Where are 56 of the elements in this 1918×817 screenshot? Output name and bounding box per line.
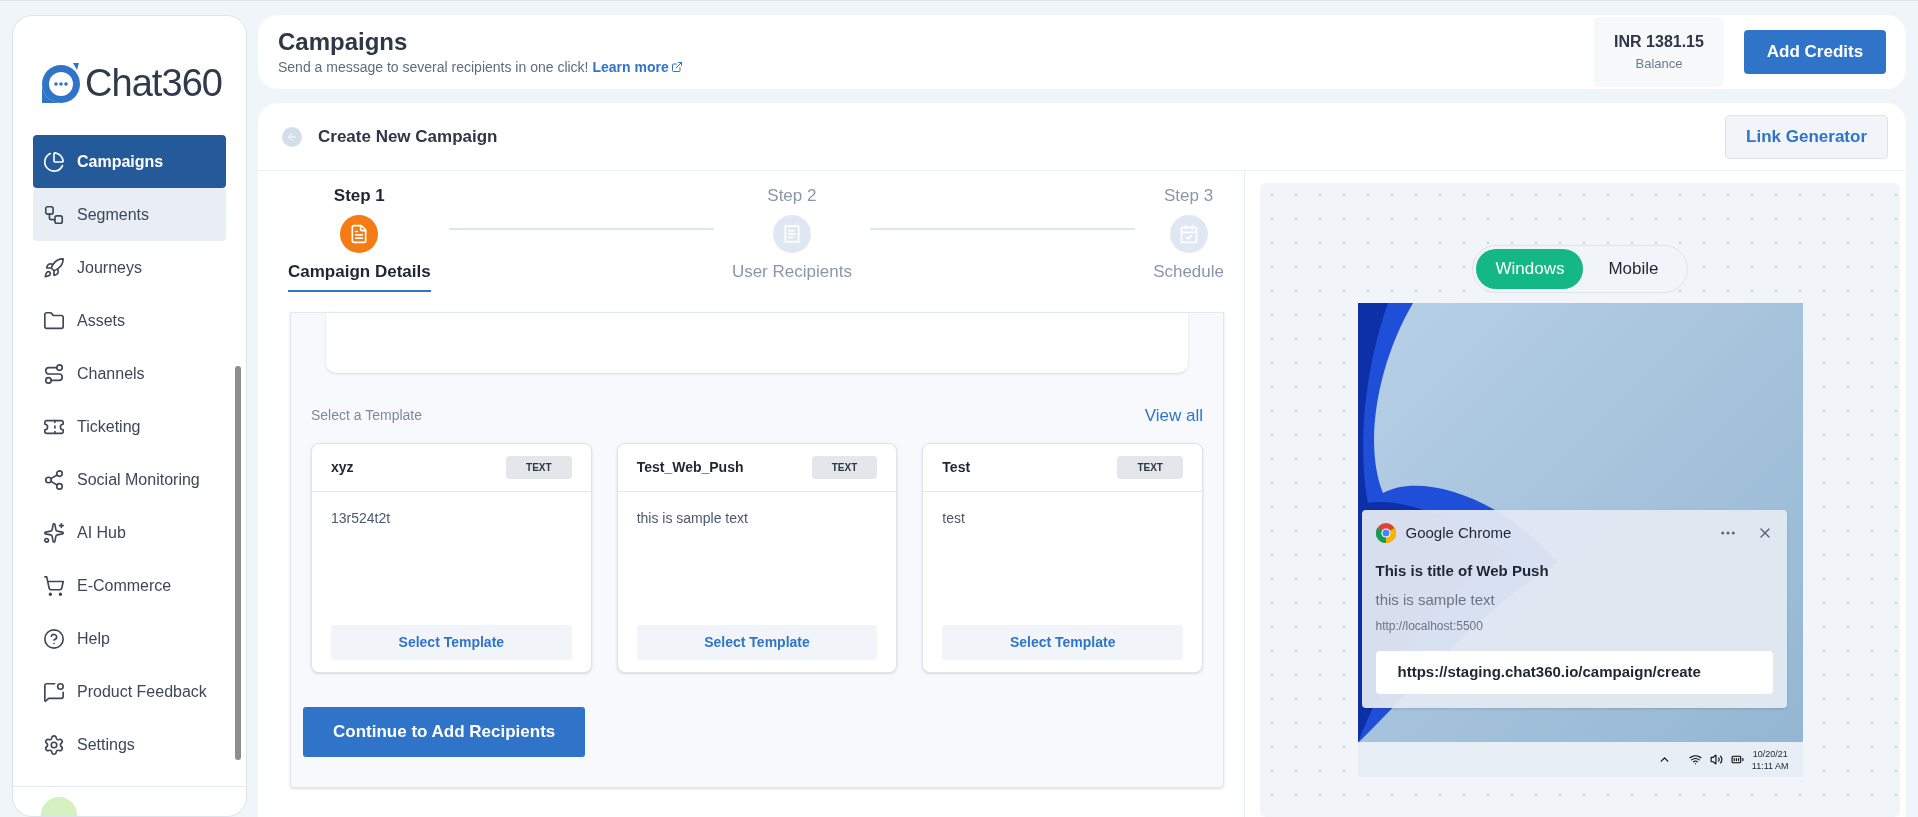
branch-icon — [43, 203, 65, 226]
select-template-button[interactable]: Select Template — [942, 624, 1183, 660]
help-icon — [43, 627, 65, 650]
external-link-icon — [670, 61, 683, 73]
link-generator-button[interactable]: Link Generator — [1725, 114, 1888, 159]
template-body: this is sample text — [635, 508, 749, 528]
template-name: xyz — [331, 457, 354, 477]
receipt-icon — [781, 223, 802, 244]
view-all-link[interactable]: View all — [1144, 403, 1203, 429]
page-title: Campaigns — [278, 26, 409, 57]
notification-title: This is title of Web Push — [1375, 561, 1550, 581]
notification-action-button[interactable]: https://staging.chat360.io/campaign/create — [1375, 651, 1773, 694]
logo-icon — [39, 61, 81, 105]
calendar-icon — [1178, 223, 1199, 244]
chrome-logo-icon — [1375, 522, 1396, 543]
section-label: Select a Template — [311, 406, 423, 426]
taskbar-date: 10/20/21 — [1752, 747, 1788, 760]
network-icon — [43, 468, 65, 491]
page-subtitle: Send a message to several recipients in one click! — [278, 57, 589, 77]
step-tab[interactable]: Step 1 Campaign Details — [288, 183, 431, 292]
battery-icon[interactable] — [1730, 753, 1744, 766]
taskbar-time: 11:11 AM — [1751, 759, 1789, 772]
route-icon — [43, 362, 65, 385]
template-type-badge: TEXT — [1117, 455, 1183, 479]
template-name: Test — [942, 457, 971, 477]
pie-chart-icon — [43, 150, 65, 173]
nav-item[interactable]: Segments — [33, 188, 226, 241]
template-name: Test_Web_Push — [636, 457, 744, 477]
speaker-icon[interactable] — [1709, 753, 1723, 766]
template-body: test — [941, 508, 966, 528]
select-template-button[interactable]: Select Template — [331, 624, 572, 660]
logo-text: Chat360 — [85, 64, 223, 102]
balance-amount: INR 1381.15 — [1614, 32, 1704, 53]
select-template-button[interactable]: Select Template — [636, 624, 878, 660]
folder-icon — [43, 309, 65, 332]
notification-origin: http://localhost:5500 — [1375, 618, 1484, 635]
learn-more-link[interactable]: Learn more — [592, 56, 683, 78]
feedback-icon — [43, 680, 65, 703]
template-type-badge: TEXT — [506, 455, 572, 479]
add-credits-button[interactable]: Add Credits — [1744, 30, 1886, 74]
document-icon — [349, 223, 370, 244]
sparkles-icon — [43, 521, 65, 544]
wifi-icon[interactable] — [1688, 753, 1702, 766]
platform-tab[interactable]: Mobile — [1583, 249, 1684, 289]
balance-label: Balance — [1635, 55, 1683, 74]
notification-body: this is sample text — [1375, 589, 1496, 610]
template-type-badge: TEXT — [811, 455, 878, 479]
notification-app-name: Google Chrome — [1405, 522, 1512, 543]
nav-item[interactable]: Campaigns — [33, 135, 226, 188]
panel-title: Create New Campaign — [318, 125, 498, 148]
settings-icon — [43, 733, 65, 756]
rocket-icon — [43, 256, 65, 279]
back-arrow-icon — [286, 130, 298, 143]
cart-icon — [43, 574, 65, 597]
continue-button[interactable]: Continue to Add Recipients — [303, 706, 586, 757]
template-body: 13r524t2t — [330, 508, 392, 528]
